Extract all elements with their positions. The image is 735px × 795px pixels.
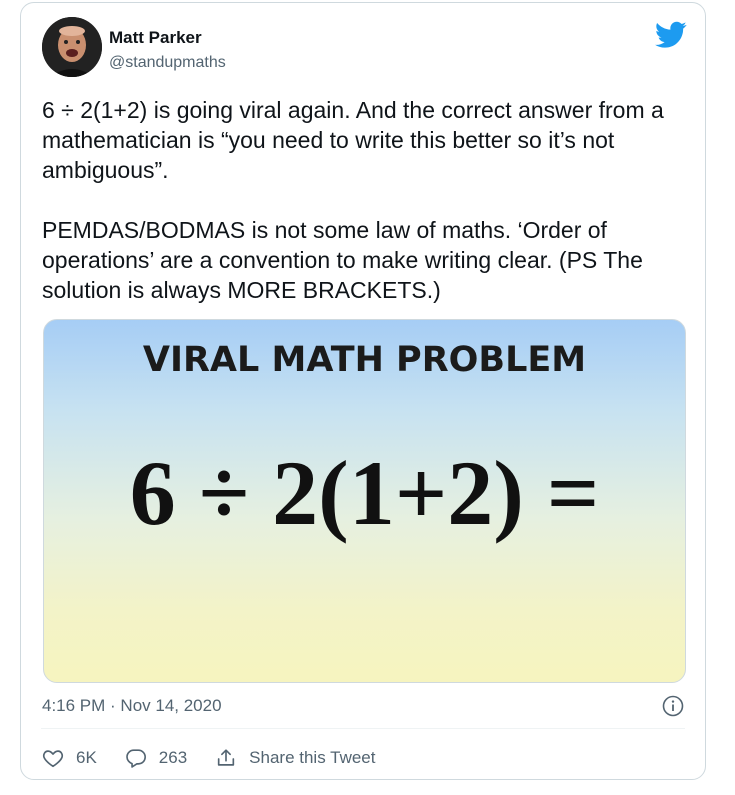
tweet-card: Matt Parker @standupmaths 6 ÷ 2(1+2) is … <box>20 2 706 780</box>
share-icon <box>218 749 235 766</box>
info-icon[interactable] <box>661 694 685 718</box>
reply-count: 263 <box>158 748 188 767</box>
avatar[interactable] <box>42 17 102 77</box>
like-button[interactable]: 6K <box>42 747 97 769</box>
divider <box>41 728 685 729</box>
heart-icon <box>42 750 64 768</box>
author-handle[interactable]: @standupmaths <box>109 54 226 72</box>
tweet-paragraph: PEMDAS/BODMAS is not some law of maths. … <box>42 217 643 303</box>
image-equation: 6 ÷ 2(1+2) = <box>129 442 600 544</box>
share-label: Share this Tweet <box>249 748 376 767</box>
tweet-paragraph: 6 ÷ 2(1+2) is going viral again. And the… <box>42 97 664 183</box>
tweet-timestamp[interactable]: 4:16 PM · Nov 14, 2020 <box>42 696 222 716</box>
like-count: 6K <box>76 748 97 767</box>
share-button[interactable]: Share this Tweet <box>215 747 376 769</box>
twitter-bird-icon[interactable] <box>655 21 687 49</box>
action-bar: 6K 263 Share this Tweet <box>42 743 376 773</box>
tweet-text: 6 ÷ 2(1+2) is going viral again. And the… <box>42 95 692 305</box>
reply-button[interactable]: 263 <box>125 747 187 769</box>
reply-icon <box>125 749 146 768</box>
tweet-image[interactable]: VIRAL MATH PROBLEM 6 ÷ 2(1+2) = <box>43 319 686 683</box>
author-name[interactable]: Matt Parker <box>109 28 202 48</box>
image-title: VIRAL MATH PROBLEM <box>142 340 587 380</box>
